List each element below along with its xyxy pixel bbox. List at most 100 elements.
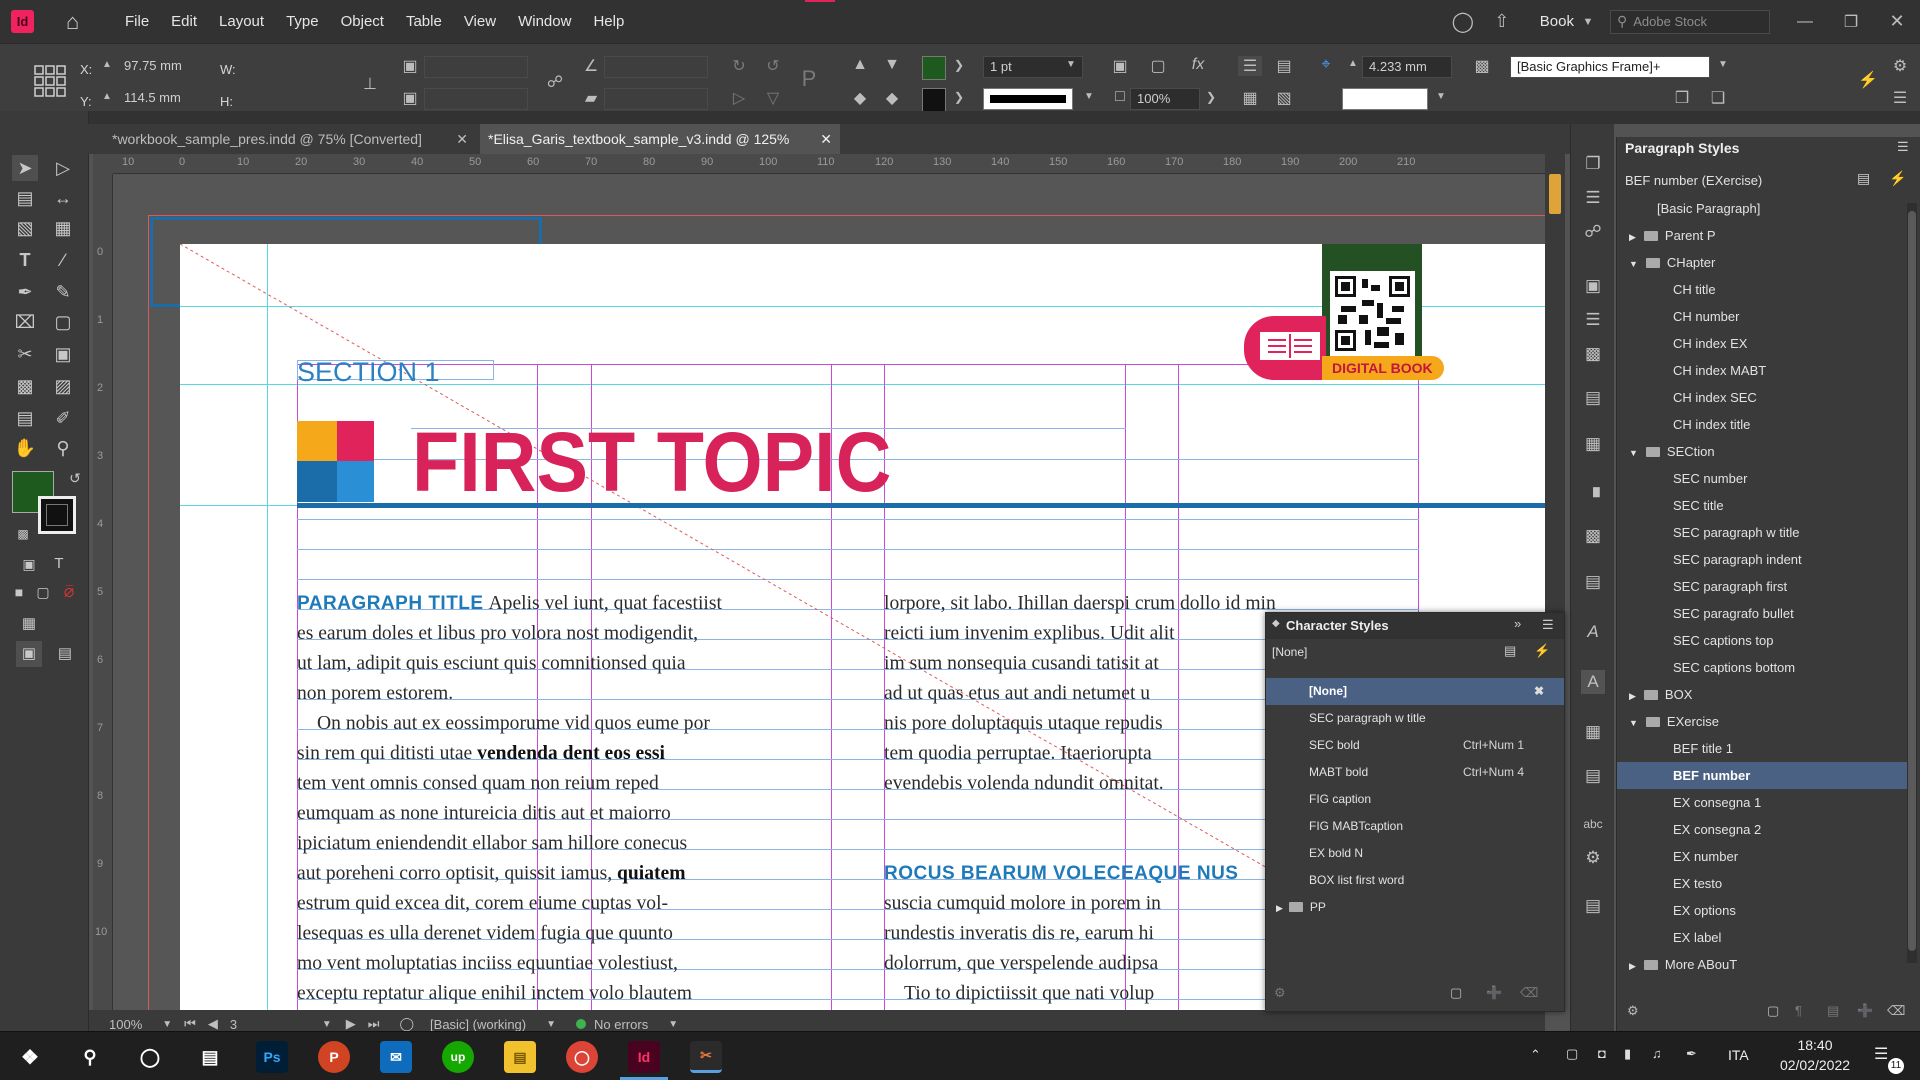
style-item[interactable]: CH index SEC — [1617, 384, 1907, 411]
color-panel-icon[interactable]: ▩ — [1581, 342, 1605, 366]
layers-panel-icon[interactable]: ☰ — [1581, 186, 1605, 210]
tab-workbook[interactable]: *workbook_sample_pres.indd @ 75% [Conver… — [104, 124, 476, 154]
swap-colors-icon[interactable]: ↺ — [62, 465, 88, 491]
chevron-right-icon[interactable]: ▶ — [1629, 232, 1636, 242]
paragraph-styles-panel-icon[interactable]: A — [1581, 620, 1605, 644]
eyedropper-tool-icon[interactable]: ✐ — [50, 405, 76, 431]
scale-y-icon[interactable]: ▣ — [398, 88, 422, 108]
home-icon[interactable]: ⌂ — [66, 10, 90, 33]
minimize-icon[interactable]: — — [1782, 13, 1828, 31]
shear-field[interactable] — [604, 88, 708, 110]
pencil-cross-icon[interactable]: ✖ — [1534, 678, 1544, 705]
scale-x-icon[interactable]: ▣ — [398, 56, 422, 76]
scroll-thumb[interactable] — [1908, 211, 1916, 951]
constrain-proportions-icon[interactable]: ⊥ — [360, 74, 380, 94]
menu-help[interactable]: Help — [593, 13, 624, 30]
stroke-type-dropdown-icon[interactable]: ▼ — [1080, 91, 1098, 102]
volume-icon[interactable]: ♫ — [1652, 1046, 1662, 1061]
frame-fitting-icon[interactable]: ▣ — [1108, 56, 1132, 76]
delete-icon[interactable]: ⌫ — [1520, 985, 1538, 1001]
quick-apply-icon[interactable]: ⚡ — [1856, 70, 1880, 90]
tab-close-icon[interactable]: ✕ — [820, 124, 832, 154]
new-style-icon[interactable]: ➕ — [1486, 985, 1502, 1001]
style-group[interactable]: ▶ BOX — [1617, 681, 1907, 708]
collapse-panel-icon[interactable]: » — [1514, 616, 1521, 631]
menu-view[interactable]: View — [464, 13, 496, 30]
text-wrap-panel-icon[interactable]: ▦ — [1581, 432, 1605, 456]
char-style-group[interactable]: ▶ PP — [1266, 894, 1564, 921]
new-group-icon[interactable]: ▢ — [1450, 985, 1462, 1001]
style-item[interactable]: CH index title — [1617, 411, 1907, 438]
scale-y-field[interactable] — [424, 88, 528, 110]
style-item[interactable]: SEC paragrafo bullet — [1617, 600, 1907, 627]
tab-textbook[interactable]: *Elisa_Garis_textbook_sample_v3.indd @ 1… — [480, 124, 840, 154]
chevron-down-icon[interactable]: ▼ — [1629, 259, 1638, 269]
gear-icon[interactable]: ⚙ — [1888, 56, 1912, 76]
zoom-tool-icon[interactable]: ⚲ — [50, 435, 76, 461]
char-style-item[interactable]: EX bold N — [1266, 840, 1564, 867]
hand-tool-icon[interactable]: ✋ — [12, 435, 38, 461]
free-transform-tool-icon[interactable]: ▣ — [50, 341, 76, 367]
screen-mode-icon[interactable]: ▦ — [16, 611, 42, 637]
x-stepper-icon[interactable]: ▲ — [100, 59, 114, 70]
preview-mode-icon[interactable]: ▤ — [52, 641, 78, 667]
pencil-tool-icon[interactable]: ✎ — [50, 279, 76, 305]
close-icon[interactable]: ✕ — [1874, 11, 1920, 32]
opacity-field[interactable]: 100% — [1130, 88, 1200, 110]
menu-object[interactable]: Object — [341, 13, 384, 30]
style-item[interactable]: EX options — [1617, 897, 1907, 924]
style-mapping-icon[interactable]: ⚙ — [1627, 1003, 1639, 1019]
first-page-icon[interactable]: ⏮ — [184, 1016, 196, 1032]
content-collector-icon[interactable]: ▧ — [12, 215, 38, 241]
rotate-cw-icon[interactable]: ↻ — [726, 56, 752, 76]
object-styles-panel-icon[interactable]: ▤ — [1581, 570, 1605, 594]
character-styles-panel-icon[interactable]: A — [1581, 670, 1605, 694]
gap-tool-icon[interactable]: ↔ — [50, 185, 76, 211]
style-group[interactable]: ▶ Parent P — [1617, 222, 1907, 249]
shear-icon[interactable]: ▰ — [580, 88, 602, 108]
style-item[interactable]: CH title — [1617, 276, 1907, 303]
clear-chars-icon[interactable]: ▤ — [1827, 1003, 1839, 1019]
chevron-down-icon[interactable]: ▼ — [1574, 16, 1602, 28]
stroke-weight-dropdown-icon[interactable]: ▼ — [1062, 59, 1080, 70]
formatting-container-icon[interactable]: ▣ — [16, 551, 42, 577]
adobe-stock-search[interactable]: ⚲ Adobe Stock — [1610, 9, 1770, 34]
wifi-icon[interactable]: ◘ — [1598, 1046, 1606, 1061]
battery-icon[interactable]: ▮ — [1624, 1046, 1631, 1062]
menu-layout[interactable]: Layout — [219, 13, 264, 30]
table-panel-icon[interactable]: ▤ — [1581, 894, 1605, 918]
style-item[interactable]: [Basic Paragraph] — [1617, 195, 1907, 222]
style-item[interactable]: SEC captions bottom — [1617, 654, 1907, 681]
style-item[interactable]: SEC title — [1617, 492, 1907, 519]
select-container-icon[interactable]: ▲ — [848, 56, 872, 74]
ruler-origin[interactable] — [93, 154, 113, 174]
char-style-item[interactable]: FIG caption — [1266, 786, 1564, 813]
swatches-panel-icon[interactable]: ☰ — [1581, 308, 1605, 332]
stroke-menu-icon[interactable]: ❯ — [950, 90, 968, 104]
char-style-item[interactable]: SEC paragraph w title — [1266, 705, 1564, 732]
gradient-feather-tool-icon[interactable]: ▨ — [50, 373, 76, 399]
path-type-icon[interactable]: P — [796, 66, 822, 92]
page-tool-icon[interactable]: ▤ — [12, 185, 38, 211]
text-wrap-bbox-icon[interactable]: ▤ — [1272, 56, 1296, 76]
chevron-down-icon[interactable]: ▼ — [1629, 448, 1638, 458]
panel-scrollbar[interactable] — [1907, 203, 1917, 963]
default-colors-icon[interactable]: ▩ — [10, 521, 36, 547]
pages-panel-icon[interactable]: ❐ — [1581, 152, 1605, 176]
y-stepper-icon[interactable]: ▲ — [100, 91, 114, 102]
gradient-swatch-tool-icon[interactable]: ▩ — [12, 373, 38, 399]
x-field[interactable]: 97.75 mm — [118, 56, 208, 78]
new-style-icon[interactable]: ➕ — [1857, 1003, 1873, 1019]
photoshop-icon[interactable]: Ps — [256, 1041, 288, 1073]
char-style-item[interactable]: SEC bold Ctrl+Num 1 — [1266, 732, 1564, 759]
note-tool-icon[interactable]: ▤ — [12, 405, 38, 431]
style-item[interactable]: SEC number — [1617, 465, 1907, 492]
style-item[interactable]: SEC paragraph w title — [1617, 519, 1907, 546]
language-indicator[interactable]: ITA — [1728, 1047, 1749, 1063]
stroke-swatch[interactable] — [922, 88, 946, 112]
char-style-item[interactable]: MABT bold Ctrl+Num 4 — [1266, 759, 1564, 786]
auto-fit-icon[interactable]: ⌖ — [1314, 56, 1338, 74]
char-style-item-selected[interactable]: [None] ✖ — [1266, 678, 1564, 705]
corner-shape-dropdown-icon[interactable]: ▼ — [1432, 91, 1450, 102]
selection-tool-icon[interactable]: ➤ — [12, 155, 38, 181]
